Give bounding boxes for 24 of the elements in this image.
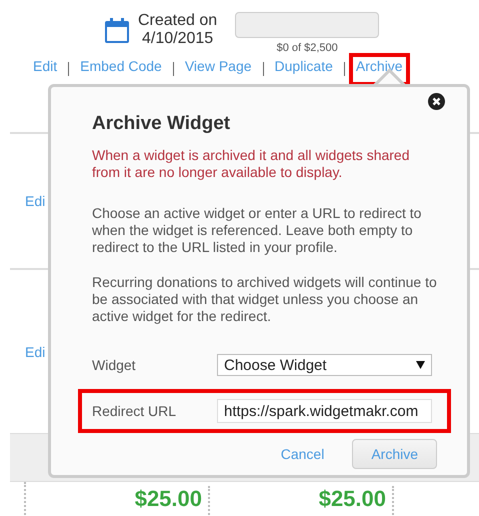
archive-button[interactable]: Archive xyxy=(352,439,437,469)
dialog-title: Archive Widget xyxy=(92,113,232,135)
amount-text: $25.00 xyxy=(210,486,394,516)
action-link[interactable]: View Page xyxy=(178,52,259,86)
dropdown-icon xyxy=(416,361,425,369)
row-action-link[interactable]: Edi xyxy=(25,193,46,209)
url-input[interactable]: https://spark.widgetmakr.com xyxy=(217,399,432,423)
action-link[interactable]: Duplicate xyxy=(268,52,340,86)
field-label: Widget xyxy=(92,357,137,373)
cancel-button[interactable]: Cancel xyxy=(274,445,330,463)
info-text: Choose an active widget or enter a URL to redirect to when the widget is referenced. Leave both empty to redirect to the URL listed in your profile. xyxy=(92,205,422,256)
row-action-link[interactable]: Edi xyxy=(25,344,46,360)
field-label: Redirect URL xyxy=(92,403,178,419)
info-text: Recurring donations to archived widgets will continue to be associated with that widget unless you choose an active widget for the redirect. xyxy=(92,274,437,325)
action-link[interactable]: Edit xyxy=(26,52,64,86)
close-icon[interactable] xyxy=(428,93,445,110)
calendar-icon xyxy=(104,18,130,44)
created-date: 4/10/2015 xyxy=(140,30,214,48)
progress-reading: $0 of $2,500 xyxy=(276,42,338,54)
widget-select[interactable]: Choose Widget xyxy=(217,354,432,376)
action-link[interactable]: Embed Code xyxy=(73,52,169,86)
amount-text: $25.00 xyxy=(26,486,210,516)
created-label: Created on xyxy=(138,12,218,30)
warning-text: When a widget is archived it and all widgets shared from it are no longer available to display. xyxy=(92,147,411,181)
